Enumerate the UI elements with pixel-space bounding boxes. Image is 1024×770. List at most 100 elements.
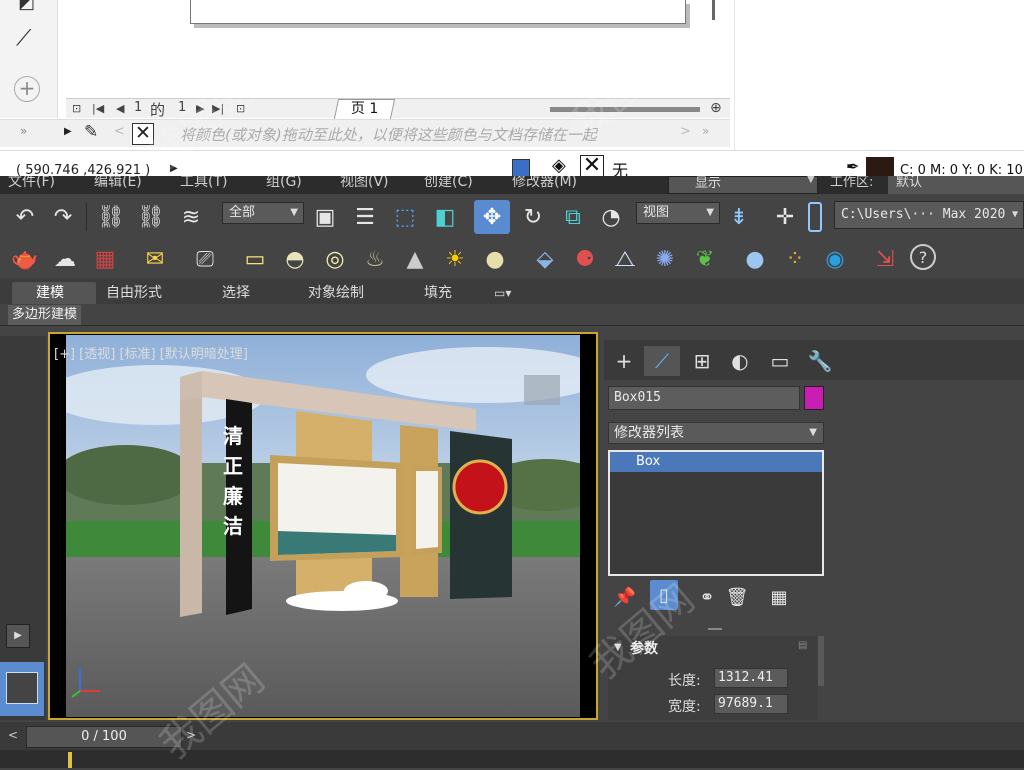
rollout-collapse-icon[interactable]: ▼ (614, 642, 622, 653)
tab-page-1[interactable]: 页 1 (333, 99, 396, 119)
create-tab-icon[interactable]: + (606, 346, 642, 376)
length-spinner[interactable]: 1312.41 (714, 668, 788, 688)
palette-expand-icon[interactable]: » (702, 124, 709, 138)
viewcube-icon[interactable] (524, 375, 560, 405)
select-move-icon[interactable]: ✥ (474, 200, 510, 234)
teapot-icon[interactable]: 🫖 (10, 244, 40, 274)
tab-modeling[interactable]: 建模 (36, 282, 64, 304)
expand-layout-icon[interactable]: ▶ (6, 624, 30, 648)
eyedropper-icon[interactable]: ✎ (84, 122, 98, 142)
corel-canvas[interactable] (66, 0, 730, 98)
prev-frame-icon[interactable]: < (8, 728, 18, 742)
page-current[interactable]: 1 (134, 100, 142, 115)
menu-views[interactable]: 视图(V) (340, 176, 389, 191)
cloud-icon[interactable]: ☁ (50, 244, 80, 274)
polygon-modeling-label[interactable]: 多边形建模 (8, 305, 82, 325)
tab-populate[interactable]: 填充 (424, 282, 452, 304)
next-frame-icon[interactable]: > (186, 728, 196, 742)
stack-item-box[interactable]: Box (610, 452, 822, 472)
palette-menu-icon[interactable]: ▶ (64, 126, 72, 137)
zoom-icon[interactable]: ⊕ (710, 100, 722, 116)
foliage-icon[interactable]: ❦ (690, 244, 720, 274)
vertical-scrollbar[interactable] (712, 0, 722, 20)
camera-icon[interactable]: ⎚ (190, 244, 220, 274)
display-tab-icon[interactable]: ▭ (762, 346, 798, 376)
menu-tools[interactable]: 工具(T) (180, 176, 227, 191)
menu-create[interactable]: 创建(C) (424, 176, 473, 191)
window-crossing-icon[interactable]: ◧ (430, 202, 460, 232)
link-icon[interactable]: ⛓ (96, 202, 126, 232)
light-lister-icon[interactable]: ✉ (140, 244, 170, 274)
last-page-icon[interactable]: ▶| (212, 102, 224, 115)
color-clipboard-icon[interactable]: ⁘ (780, 244, 810, 274)
display-dropdown[interactable]: 显示 ▼ (668, 176, 818, 194)
next-page-icon[interactable]: ▶ (196, 102, 204, 115)
object-name-field[interactable]: Box015 (608, 386, 800, 410)
material-editor-icon[interactable]: ▦ (90, 244, 120, 274)
render-setup-icon[interactable]: ◉ (820, 244, 850, 274)
palette-scroll-icon[interactable]: » (20, 124, 27, 138)
select-manipulate-icon[interactable]: ✛ (770, 202, 800, 232)
workspace-dropdown[interactable]: 默认 (888, 176, 1024, 194)
rect-selection-icon[interactable]: ⬚ (390, 202, 420, 232)
render-sphere-icon[interactable]: ● (740, 244, 770, 274)
time-slider[interactable]: 0 / 100 (26, 726, 182, 748)
palette-left-icon[interactable]: < (114, 124, 125, 139)
configure-sets-icon[interactable]: ▦ (764, 582, 794, 612)
help-icon[interactable]: ? (910, 244, 936, 270)
project-folder-dropdown[interactable]: C:\Users\··· Max 2020 ▼ (834, 201, 1024, 229)
width-spinner[interactable]: 97689.1 (714, 694, 788, 714)
status-menu-icon[interactable]: ▶ (170, 163, 178, 174)
keyboard-shortcut-toggle[interactable] (808, 202, 822, 232)
tab-object-paint[interactable]: 对象绘制 (308, 282, 364, 304)
motion-tab-icon[interactable]: ◐ (722, 346, 758, 376)
menu-edit[interactable]: 编辑(E) (94, 176, 142, 191)
palette-right-icon[interactable]: > (680, 124, 691, 139)
shape-tool-icon[interactable]: ◩ (18, 0, 42, 16)
layout-tab[interactable] (0, 662, 44, 716)
ref-coord-dropdown[interactable]: 视图 ▼ (636, 202, 720, 224)
cone-icon[interactable]: ▲ (400, 244, 430, 274)
object-color-swatch[interactable] (804, 386, 824, 410)
line-tool-icon[interactable]: ⟋ (16, 26, 40, 51)
outline-color-swatch[interactable] (866, 157, 894, 177)
track-bar[interactable] (0, 750, 1024, 768)
prev-page-icon[interactable]: ◀ (116, 102, 124, 115)
add-page-icon[interactable]: ⊡ (72, 102, 81, 115)
select-by-name-icon[interactable]: ☰ (350, 202, 380, 232)
add-tool-icon[interactable]: + (14, 76, 40, 102)
undo-icon[interactable]: ↶ (10, 202, 40, 232)
select-scale-icon[interactable]: ⧉ (558, 202, 588, 232)
first-page-icon[interactable]: |◀ (92, 102, 104, 115)
rollout-options-icon[interactable]: ▤ (798, 640, 807, 651)
export-icon[interactable]: ⇲ (870, 244, 900, 274)
panel-divider[interactable] (708, 628, 722, 630)
viewport-label[interactable]: [+] [透视] [标准] [默认明暗处理] (54, 343, 248, 362)
perspective-viewport[interactable]: 清 正 廉 洁 (66, 335, 580, 717)
pivot-center-icon[interactable]: ⇟ (724, 202, 754, 232)
horizontal-scrollbar[interactable] (550, 107, 700, 112)
sun-icon[interactable]: ☀ (440, 244, 470, 274)
pyramid-icon[interactable]: ⧍ (610, 244, 640, 274)
no-color-swatch[interactable]: ✕ (132, 123, 154, 145)
menu-group[interactable]: 组(G) (266, 176, 302, 191)
modify-tab-icon[interactable]: ⟋ (644, 346, 680, 376)
fill-swatch-icon[interactable] (512, 159, 530, 177)
dynamics-icon[interactable]: ⚈ (570, 244, 600, 274)
particle-icon[interactable]: ✺ (650, 244, 680, 274)
tab-freeform[interactable]: 自由形式 (106, 282, 162, 304)
teapot-prim-icon[interactable]: ♨ (360, 244, 390, 274)
unlink-icon[interactable]: ⛓ (136, 202, 166, 232)
add-page-end-icon[interactable]: ⊡ (236, 102, 245, 115)
tab-selection[interactable]: 选择 (222, 282, 250, 304)
make-unique-icon[interactable]: ⚭ (692, 582, 722, 612)
utilities-tab-icon[interactable]: 🔧 (802, 346, 838, 376)
selection-filter-dropdown[interactable]: 全部 ▼ (222, 202, 304, 224)
grid-array-icon[interactable]: ⬙ (530, 244, 560, 274)
torus-icon[interactable]: ◎ (320, 244, 350, 274)
modifier-stack[interactable]: Box (608, 450, 824, 576)
rollout-title[interactable]: 参数 (630, 638, 658, 658)
pin-stack-icon[interactable]: 📌 (610, 582, 640, 612)
plane-icon[interactable]: ▭ (240, 244, 270, 274)
menu-modifiers[interactable]: 修改器(M) (512, 176, 577, 191)
